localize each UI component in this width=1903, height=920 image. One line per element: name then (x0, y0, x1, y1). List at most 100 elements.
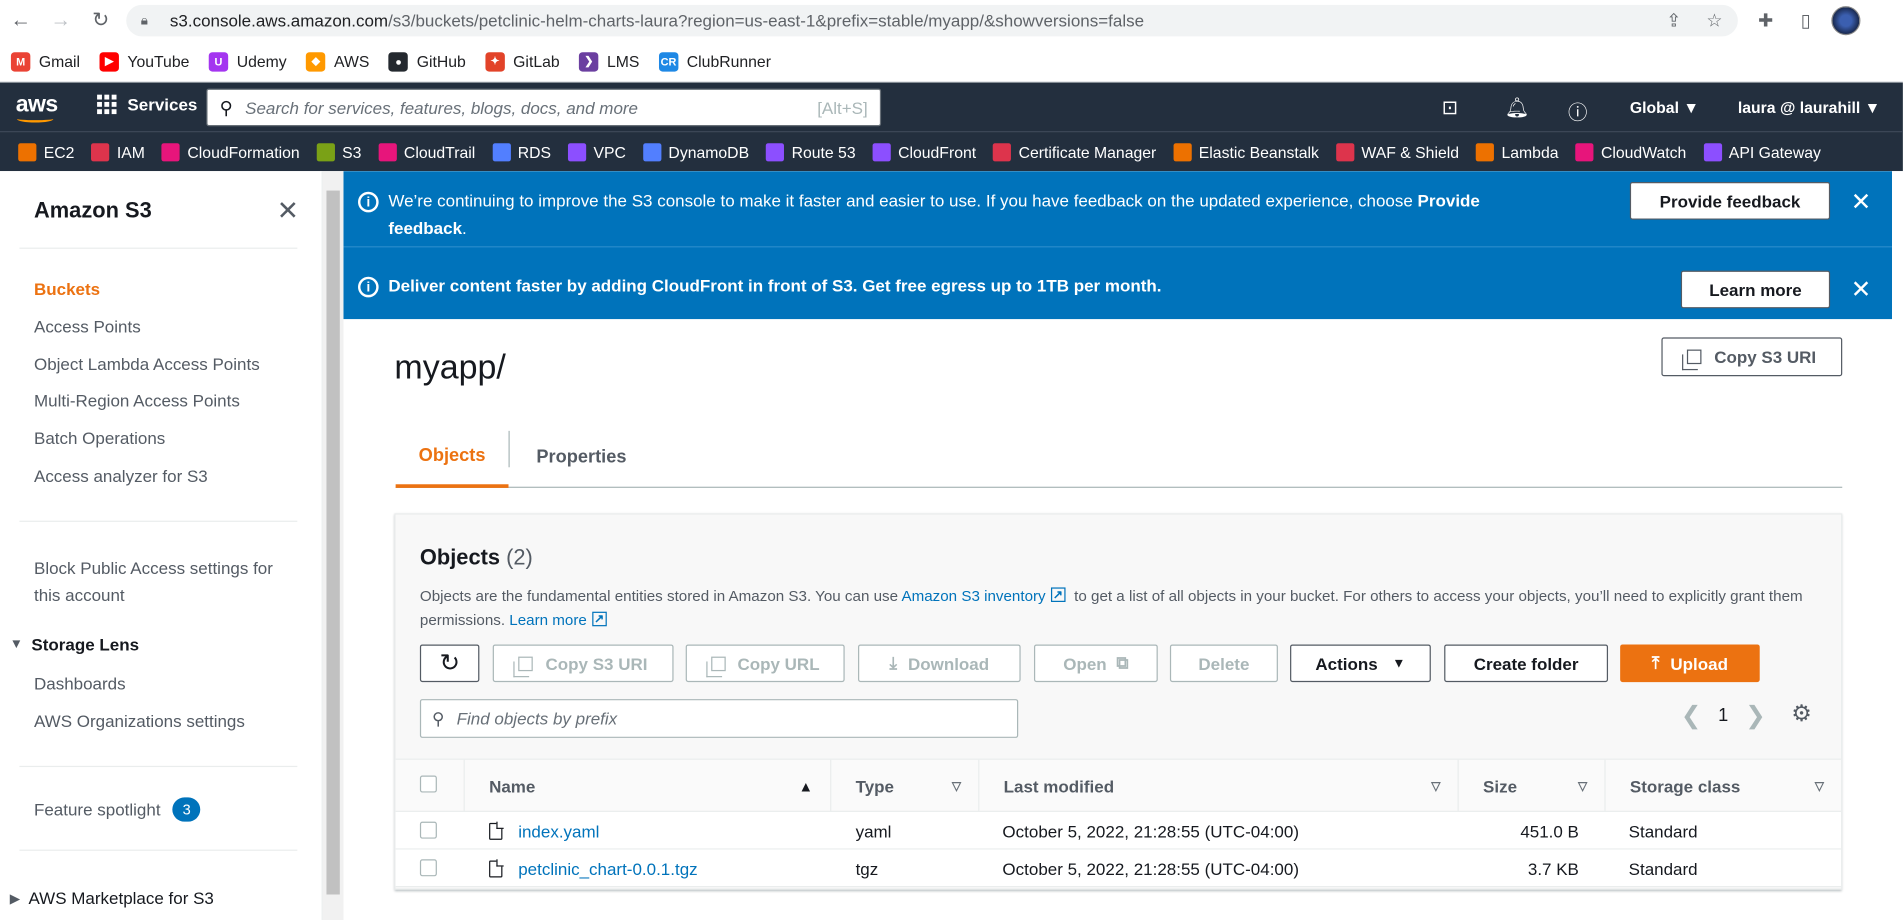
favorite-certificate-manager[interactable]: Certificate Manager (993, 142, 1156, 161)
bookmark-lms[interactable]: ❯ LMS (579, 51, 639, 72)
learn-more-link[interactable]: Learn more (509, 612, 587, 629)
star-icon[interactable]: ☆ (1706, 10, 1722, 32)
bell-icon[interactable]: 🔔︎ (1505, 96, 1530, 120)
tab-properties[interactable]: Properties (536, 427, 626, 486)
favorite-cloudwatch[interactable]: CloudWatch (1575, 142, 1686, 161)
s3-inventory-link[interactable]: Amazon S3 inventory (901, 587, 1045, 604)
divider (19, 520, 298, 522)
close-icon[interactable]: ✕ (1851, 274, 1871, 304)
cloudshell-icon[interactable]: ⊡ (1442, 96, 1458, 120)
region-selector[interactable]: Global ▼ (1630, 98, 1699, 116)
learn-more-button[interactable]: Learn more (1680, 270, 1831, 309)
favorite-iam[interactable]: IAM (91, 142, 145, 161)
account-menu[interactable]: laura @ laurahill ▼ (1738, 98, 1880, 116)
next-page-icon[interactable]: ❯ (1745, 700, 1765, 730)
forward-icon[interactable]: → (47, 7, 74, 34)
download-button[interactable]: ⤓ Download (858, 644, 1021, 683)
sidebar-item-org-settings[interactable]: AWS Organizations settings (34, 711, 245, 730)
sidepanel-icon[interactable]: ▯ (1792, 7, 1819, 34)
column-name[interactable]: Name ▲ (463, 759, 831, 814)
favorite-cloudformation[interactable]: CloudFormation (161, 142, 300, 161)
actions-button[interactable]: Actions ▼ (1290, 644, 1431, 683)
favorite-api-gateway[interactable]: API Gateway (1703, 142, 1821, 161)
column-storage-class[interactable]: Storage class ▽ (1604, 759, 1841, 814)
favorite-label: WAF & Shield (1361, 142, 1460, 161)
prev-page-icon[interactable]: ❮ (1681, 700, 1701, 730)
main-scrollbar[interactable] (1892, 171, 1903, 920)
table-row[interactable]: petclinic_chart-0.0.1.tgz tgz October 5,… (395, 849, 1842, 888)
favorite-rds[interactable]: RDS (492, 142, 551, 161)
sidebar-item-multi-region[interactable]: Multi-Region Access Points (34, 391, 240, 410)
column-type[interactable]: Type ▽ (830, 759, 978, 814)
back-icon[interactable]: ← (7, 7, 34, 34)
bookmark-label: AWS (334, 52, 370, 71)
aws-search-input[interactable]: ⚲ Search for services, features, blogs, … (206, 88, 882, 127)
row-checkbox[interactable] (419, 859, 437, 877)
address-bar[interactable]: 🔒︎ s3.console.aws.amazon.com/s3/buckets/… (126, 4, 1738, 37)
share-icon[interactable]: ⇪ (1666, 10, 1681, 32)
column-size[interactable]: Size ▽ (1457, 759, 1605, 814)
close-icon[interactable]: ✕ (1851, 187, 1871, 217)
sidebar-item-buckets[interactable]: Buckets (34, 279, 100, 298)
column-last-modified[interactable]: Last modified ▽ (978, 759, 1457, 814)
find-objects-input[interactable]: ⚲ Find objects by prefix (419, 699, 1019, 738)
bookmark-clubrunner[interactable]: CR ClubRunner (658, 51, 771, 72)
favorite-cloudfront[interactable]: CloudFront (872, 142, 976, 161)
object-name-link[interactable]: petclinic_chart-0.0.1.tgz (518, 859, 697, 878)
services-button[interactable]: Services (97, 94, 197, 115)
favorite-vpc[interactable]: VPC (568, 142, 626, 161)
object-type: tgz (855, 858, 879, 879)
sidebar-item-batch-operations[interactable]: Batch Operations (34, 428, 165, 447)
open-button[interactable]: Open ⧉ (1033, 644, 1158, 683)
favorite-route-53[interactable]: Route 53 (766, 142, 856, 161)
bookmark-gitlab[interactable]: ✦ GitLab (485, 51, 560, 72)
copy-s3-uri-toolbar-button[interactable]: Copy S3 URI (492, 644, 674, 683)
tab-objects[interactable]: Objects (395, 427, 509, 488)
copy-s3-uri-button[interactable]: Copy S3 URI (1661, 337, 1843, 377)
sidebar-item-access-points[interactable]: Access Points (34, 317, 141, 336)
sidebar-item-feature-spotlight[interactable]: Feature spotlight 3 (34, 797, 201, 822)
sidebar-item-object-lambda[interactable]: Object Lambda Access Points (34, 354, 260, 373)
bookmark-gmail[interactable]: M Gmail (10, 51, 80, 72)
favorite-cloudtrail[interactable]: CloudTrail (378, 142, 475, 161)
aws-logo[interactable]: aws (16, 92, 58, 123)
sidebar-section-storage-lens[interactable]: ▼ Storage Lens (10, 635, 139, 654)
favorite-elastic-beanstalk[interactable]: Elastic Beanstalk (1173, 142, 1319, 161)
row-checkbox[interactable] (419, 821, 437, 839)
sidebar-scrollbar[interactable] (322, 171, 344, 920)
close-icon[interactable]: ✕ (277, 195, 299, 227)
bookmark-github[interactable]: ● GitHub (388, 51, 466, 72)
copy-url-button[interactable]: Copy URL (685, 644, 845, 683)
bookmark-aws[interactable]: ◆ AWS (306, 51, 370, 72)
object-name-link[interactable]: index.yaml (518, 821, 599, 840)
bookmark-udemy[interactable]: U Udemy (208, 51, 287, 72)
refresh-button[interactable]: ↻ (419, 644, 480, 683)
bookmark-label: Udemy (236, 52, 287, 71)
create-folder-button[interactable]: Create folder (1444, 644, 1609, 683)
bookmark-youtube[interactable]: ▶ YouTube (99, 51, 189, 72)
reload-icon[interactable]: ↻ (87, 7, 114, 34)
service-icon (91, 142, 110, 161)
service-icon (161, 142, 181, 161)
favorite-dynamodb[interactable]: DynamoDB (642, 142, 749, 161)
sidebar-section-marketplace[interactable]: ▶ AWS Marketplace for S3 (10, 888, 214, 907)
delete-button[interactable]: Delete (1169, 644, 1278, 683)
table-row[interactable]: index.yaml yaml October 5, 2022, 21:28:5… (395, 811, 1842, 850)
profile-avatar[interactable] (1831, 6, 1861, 36)
aws-smile-icon (16, 115, 54, 123)
sidebar-item-dashboards[interactable]: Dashboards (34, 674, 126, 693)
upload-button[interactable]: ⤒ Upload (1620, 644, 1760, 683)
favorite-lambda[interactable]: Lambda (1476, 142, 1559, 161)
page-number[interactable]: 1 (1718, 705, 1728, 726)
extensions-icon[interactable]: ✚ (1752, 7, 1779, 34)
sidebar-item-access-analyzer[interactable]: Access analyzer for S3 (34, 466, 208, 485)
help-icon[interactable]: ⓘ (1568, 96, 1587, 125)
select-all-checkbox[interactable] (419, 775, 437, 793)
provide-feedback-button[interactable]: Provide feedback (1629, 182, 1831, 220)
favorite-ec2[interactable]: EC2 (18, 142, 74, 161)
gear-icon[interactable]: ⚙ (1791, 700, 1812, 728)
favorite-waf-shield[interactable]: WAF & Shield (1335, 142, 1460, 161)
sidebar-item-block-public-access[interactable]: Block Public Access settings for this ac… (34, 555, 295, 608)
favorite-s3[interactable]: S3 (316, 142, 361, 161)
scrollbar-thumb[interactable] (326, 190, 340, 895)
